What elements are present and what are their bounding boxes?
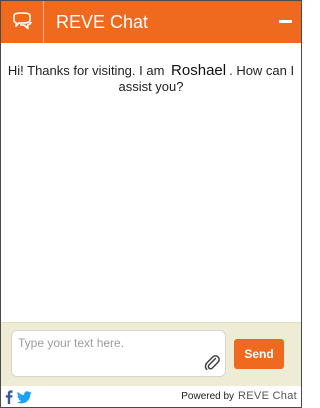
twitter-icon[interactable]: [17, 390, 32, 404]
send-button[interactable]: Send: [234, 339, 284, 369]
attach-file-button[interactable]: [204, 353, 220, 371]
minimize-icon: [279, 20, 292, 23]
social-links: [5, 390, 32, 404]
chat-footer: Powered by REVE Chat: [1, 386, 301, 407]
message-input-box: [11, 330, 226, 377]
welcome-text-before: Hi! Thanks for visiting. I am: [7, 63, 165, 78]
chat-header: REVE Chat: [1, 1, 301, 43]
facebook-icon[interactable]: [5, 390, 13, 404]
brand-logo[interactable]: REVE Chat: [238, 390, 297, 402]
powered-by: Powered by REVE Chat: [181, 390, 297, 402]
chat-title: REVE Chat: [56, 12, 149, 32]
message-input[interactable]: [18, 336, 196, 370]
paperclip-icon: [204, 355, 220, 371]
chat-widget: REVE Chat Hi! Thanks for visiting. I am …: [0, 0, 302, 408]
chat-bubble-icon: [1, 1, 44, 43]
welcome-message: Hi! Thanks for visiting. I am Roshael. H…: [5, 63, 297, 95]
agent-name: Roshael: [171, 62, 227, 79]
message-composer: Send: [1, 322, 301, 386]
minimize-button[interactable]: [277, 13, 295, 31]
powered-by-label: Powered by: [181, 390, 235, 402]
